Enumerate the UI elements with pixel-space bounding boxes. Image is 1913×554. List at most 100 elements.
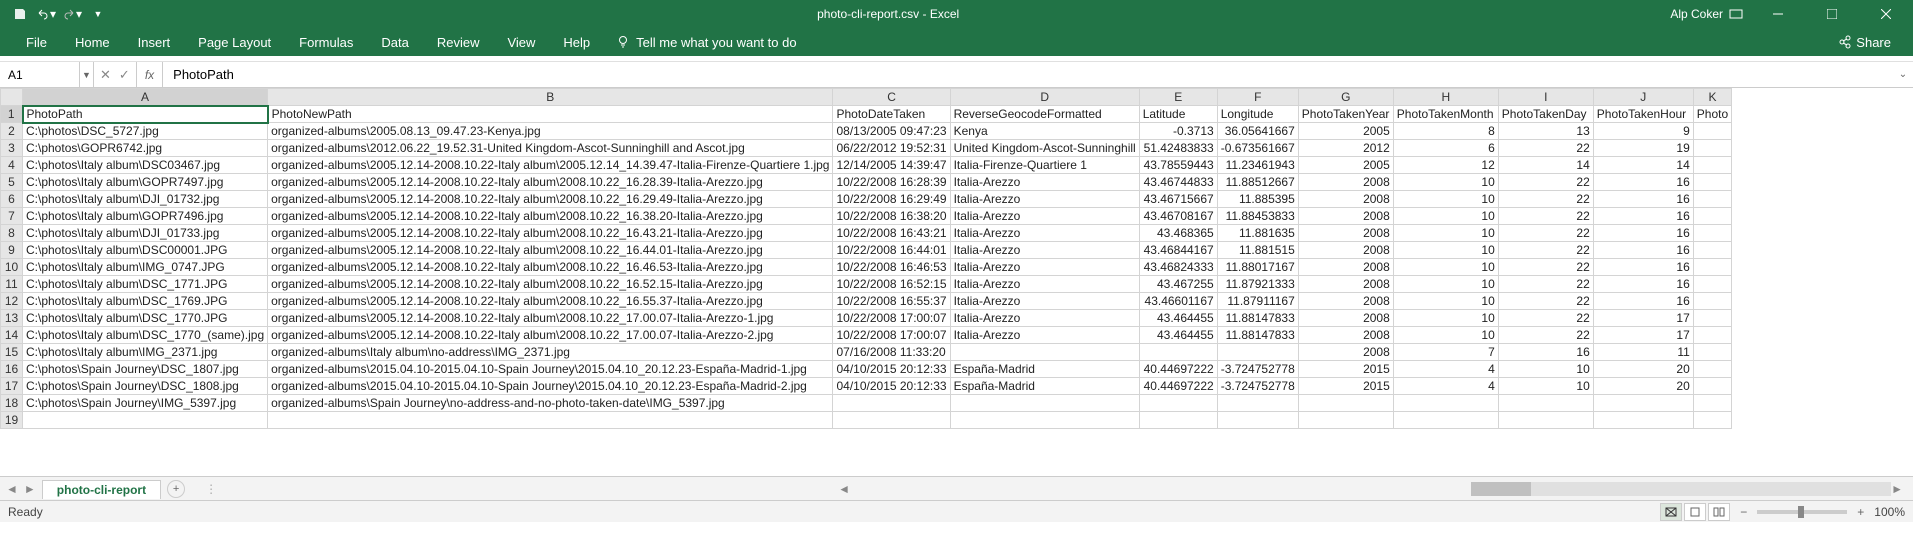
sheet-tab-active[interactable]: photo-cli-report: [42, 480, 161, 499]
tab-home[interactable]: Home: [61, 28, 124, 56]
cell[interactable]: [1693, 225, 1731, 242]
cell[interactable]: 04/10/2015 20:12:33: [833, 361, 950, 378]
row-header[interactable]: 19: [1, 412, 23, 429]
row-header[interactable]: 9: [1, 242, 23, 259]
cell[interactable]: 11.881635: [1217, 225, 1298, 242]
cell[interactable]: [1498, 395, 1593, 412]
cell[interactable]: 10: [1393, 174, 1498, 191]
row-header[interactable]: 5: [1, 174, 23, 191]
cell[interactable]: 43.46601167: [1139, 293, 1217, 310]
cell[interactable]: organized-albums\2005.12.14-2008.10.22-I…: [268, 276, 833, 293]
cell[interactable]: [950, 344, 1139, 361]
cell[interactable]: [1693, 157, 1731, 174]
page-layout-view-button[interactable]: [1684, 503, 1706, 521]
cell[interactable]: organized-albums\2005.12.14-2008.10.22-I…: [268, 191, 833, 208]
cell[interactable]: 2005: [1298, 157, 1393, 174]
cell[interactable]: 10/22/2008 16:52:15: [833, 276, 950, 293]
cell[interactable]: [833, 412, 950, 429]
cell[interactable]: [1593, 395, 1693, 412]
cell[interactable]: 2015: [1298, 361, 1393, 378]
cell[interactable]: 22: [1498, 225, 1593, 242]
cell[interactable]: [1298, 412, 1393, 429]
cell[interactable]: [1693, 310, 1731, 327]
column-header[interactable]: D: [950, 89, 1139, 106]
cell[interactable]: [1693, 378, 1731, 395]
tab-file[interactable]: File: [12, 28, 61, 56]
tab-data[interactable]: Data: [367, 28, 422, 56]
sheet-nav-next-icon[interactable]: ►: [24, 482, 36, 496]
cell[interactable]: 43.46824333: [1139, 259, 1217, 276]
cell[interactable]: 43.46708167: [1139, 208, 1217, 225]
cell[interactable]: 43.467255: [1139, 276, 1217, 293]
cell[interactable]: [1693, 259, 1731, 276]
cell[interactable]: [1693, 395, 1731, 412]
cell[interactable]: Photo: [1693, 106, 1731, 123]
cell[interactable]: 43.464455: [1139, 310, 1217, 327]
cell[interactable]: [1693, 293, 1731, 310]
cell[interactable]: 22: [1498, 140, 1593, 157]
horizontal-scrollbar[interactable]: [1471, 482, 1891, 496]
cell[interactable]: -3.724752778: [1217, 378, 1298, 395]
normal-view-button[interactable]: [1660, 503, 1682, 521]
zoom-slider[interactable]: [1757, 510, 1847, 514]
cell[interactable]: C:\photos\Italy album\DSC00001.JPG: [23, 242, 268, 259]
cell[interactable]: [833, 395, 950, 412]
cell[interactable]: PhotoNewPath: [268, 106, 833, 123]
cell[interactable]: 2008: [1298, 242, 1393, 259]
cell[interactable]: [1393, 395, 1498, 412]
cell[interactable]: 36.05641667: [1217, 123, 1298, 140]
cell[interactable]: 22: [1498, 259, 1593, 276]
cell[interactable]: 43.46744833: [1139, 174, 1217, 191]
cell[interactable]: 4: [1393, 361, 1498, 378]
cell[interactable]: [1693, 242, 1731, 259]
column-header[interactable]: C: [833, 89, 950, 106]
cell[interactable]: [1139, 344, 1217, 361]
zoom-level[interactable]: 100%: [1874, 505, 1905, 519]
name-box-dropdown[interactable]: ▼: [80, 62, 94, 87]
cell[interactable]: 17: [1593, 310, 1693, 327]
cell[interactable]: 12/14/2005 14:39:47: [833, 157, 950, 174]
cell[interactable]: 2008: [1298, 191, 1393, 208]
cell[interactable]: C:\photos\GOPR6742.jpg: [23, 140, 268, 157]
cell[interactable]: PhotoDateTaken: [833, 106, 950, 123]
cell[interactable]: C:\photos\Italy album\DSC03467.jpg: [23, 157, 268, 174]
hscroll-right-icon[interactable]: ►: [1891, 482, 1903, 496]
tab-formulas[interactable]: Formulas: [285, 28, 367, 56]
cell[interactable]: [1593, 412, 1693, 429]
hscroll-left-icon[interactable]: ◄: [838, 482, 850, 496]
minimize-button[interactable]: [1755, 0, 1801, 28]
cell[interactable]: 22: [1498, 310, 1593, 327]
row-header[interactable]: 17: [1, 378, 23, 395]
cell[interactable]: [950, 395, 1139, 412]
cell[interactable]: C:\photos\Italy album\DSC_1770_(same).jp…: [23, 327, 268, 344]
cell[interactable]: organized-albums\2005.12.14-2008.10.22-I…: [268, 327, 833, 344]
cell[interactable]: 11.88512667: [1217, 174, 1298, 191]
cell[interactable]: Italia-Arezzo: [950, 225, 1139, 242]
cell[interactable]: 10: [1393, 208, 1498, 225]
cell[interactable]: 2008: [1298, 259, 1393, 276]
column-header[interactable]: K: [1693, 89, 1731, 106]
column-header[interactable]: A: [23, 89, 268, 106]
cell[interactable]: 16: [1498, 344, 1593, 361]
cell[interactable]: [1693, 140, 1731, 157]
cell[interactable]: 40.44697222: [1139, 361, 1217, 378]
cell[interactable]: C:\photos\Italy album\DSC_1769.JPG: [23, 293, 268, 310]
row-header[interactable]: 2: [1, 123, 23, 140]
cell[interactable]: 11.88017167: [1217, 259, 1298, 276]
cell[interactable]: Italia-Arezzo: [950, 327, 1139, 344]
cell[interactable]: [1693, 191, 1731, 208]
cell[interactable]: ReverseGeocodeFormatted: [950, 106, 1139, 123]
cell[interactable]: 2008: [1298, 225, 1393, 242]
cell[interactable]: organized-albums\2005.12.14-2008.10.22-I…: [268, 242, 833, 259]
new-sheet-button[interactable]: +: [167, 480, 185, 498]
cell[interactable]: 10/22/2008 17:00:07: [833, 310, 950, 327]
cell[interactable]: Italia-Arezzo: [950, 310, 1139, 327]
cell[interactable]: 2008: [1298, 276, 1393, 293]
cell[interactable]: Italia-Arezzo: [950, 259, 1139, 276]
cell[interactable]: 10: [1393, 225, 1498, 242]
row-header[interactable]: 18: [1, 395, 23, 412]
cell[interactable]: 7: [1393, 344, 1498, 361]
maximize-button[interactable]: [1809, 0, 1855, 28]
column-header[interactable]: G: [1298, 89, 1393, 106]
cell[interactable]: [268, 412, 833, 429]
